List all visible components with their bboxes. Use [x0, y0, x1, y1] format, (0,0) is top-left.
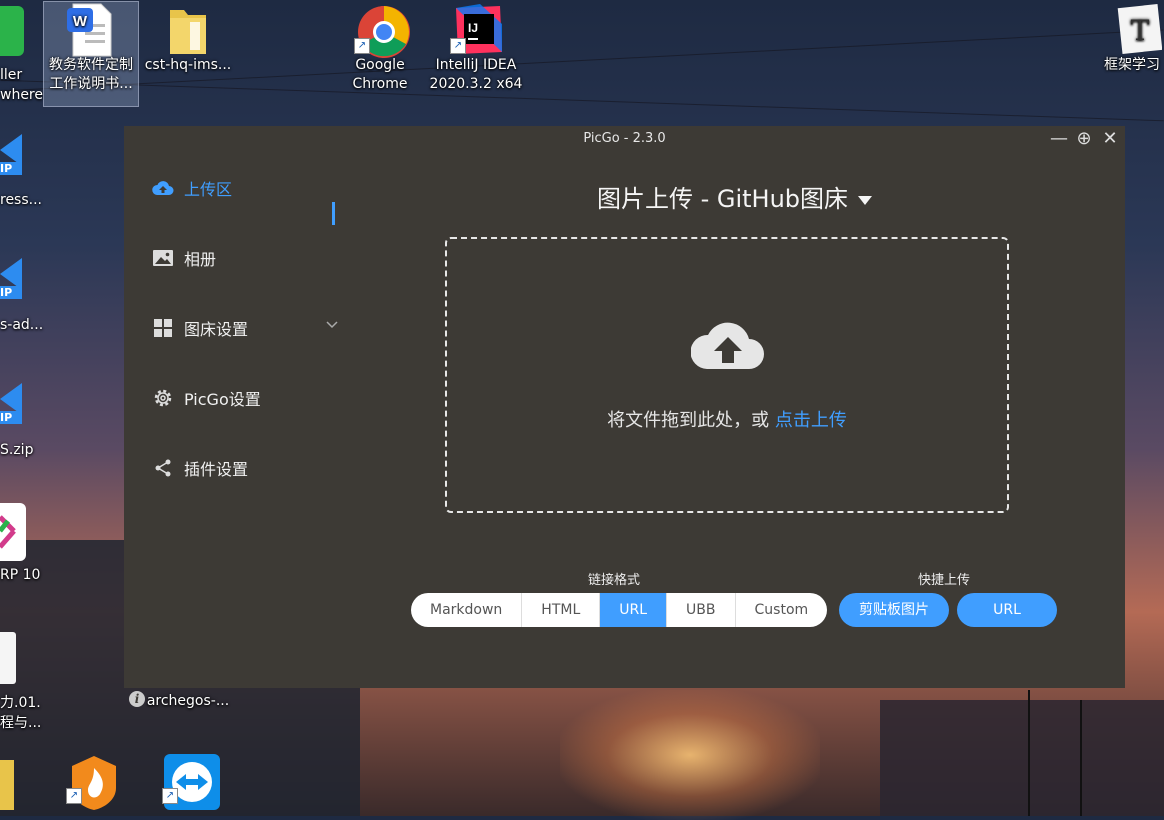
folder-icon[interactable]	[0, 760, 14, 810]
picgo-window: PicGo - 2.3.0 — ⊕ ✕ 上传区 相册 图床设置 PicGo设置 …	[124, 126, 1125, 707]
desktop-icon-typora[interactable]: T 框架学习	[1100, 2, 1164, 75]
format-html-button[interactable]: HTML	[522, 593, 601, 627]
gear-icon	[152, 387, 174, 409]
desktop-icon-label: Google	[355, 57, 405, 73]
desktop-icon-folder[interactable]: cst-hq-ims...	[140, 2, 236, 75]
sidebar-item-picbed-settings[interactable]: 图床设置	[152, 310, 338, 346]
desktop-icon-chrome[interactable]: ↗ Google Chrome	[332, 2, 428, 94]
green-app-icon[interactable]	[0, 6, 24, 56]
desktop-icon-label: cst-hq-ims...	[144, 57, 232, 73]
sidebar-item-picgo-settings[interactable]: PicGo设置	[152, 380, 332, 416]
shortcut-arrow-icon: ↗	[66, 788, 82, 804]
zip-file-icon[interactable]: IP	[0, 132, 22, 184]
word-doc-icon: W	[65, 2, 117, 57]
maximize-button[interactable]: ⊕	[1071, 126, 1097, 152]
axure-icon[interactable]	[0, 503, 26, 561]
desktop-icon-label: ller	[0, 67, 23, 83]
teamviewer-icon: ↗	[162, 752, 220, 810]
format-ubb-button[interactable]: UBB	[667, 593, 736, 627]
sidebar-item-upload[interactable]: 上传区	[152, 170, 332, 206]
close-button[interactable]: ✕	[1097, 126, 1123, 152]
minimize-button[interactable]: —	[1046, 126, 1072, 152]
desktop-icon-archegos[interactable]: archegos-...	[140, 692, 236, 711]
svg-text:IJ: IJ	[468, 21, 478, 35]
desktop-icon-word-doc[interactable]: W 教务软件定制 工作说明书...	[43, 1, 139, 107]
sidebar-item-album[interactable]: 相册	[152, 240, 332, 276]
share-icon	[152, 457, 174, 479]
url-upload-button[interactable]: URL	[957, 593, 1057, 627]
caret-down-icon	[858, 195, 873, 205]
zip-icon-label: IP	[0, 411, 22, 424]
desktop-icon-label: 力.01.	[0, 695, 41, 711]
desktop-icon-label: IntelliJ IDEA	[435, 57, 517, 73]
sidebar-item-label: PicGo设置	[184, 390, 261, 409]
desktop-icon-flame-app[interactable]: ↗	[44, 752, 140, 810]
chrome-icon: ↗	[354, 2, 410, 58]
desktop-icon-label: ress...	[0, 192, 42, 208]
sidebar-item-label: 图床设置	[184, 320, 249, 339]
shortcut-arrow-icon: ↗	[354, 38, 370, 54]
link-format-label: 链接格式	[588, 573, 641, 588]
click-upload-link[interactable]: 点击上传	[775, 410, 847, 431]
sidebar-item-label: 插件设置	[184, 460, 249, 479]
format-markdown-button[interactable]: Markdown	[411, 593, 523, 627]
zip-file-icon[interactable]: IP	[0, 381, 22, 433]
desktop-icon-label: 程与...	[0, 715, 42, 731]
desktop-icon-teamviewer[interactable]: ↗	[140, 752, 236, 810]
svg-text:T: T	[1131, 14, 1150, 47]
shortcut-arrow-icon: ↗	[450, 38, 466, 54]
typora-icon: T	[1116, 2, 1163, 54]
active-indicator	[332, 202, 335, 225]
desktop-icon-label: s-ad...	[0, 317, 44, 333]
format-custom-button[interactable]: Custom	[736, 593, 828, 627]
cloud-upload-icon	[690, 315, 765, 375]
desktop-icon-label: Chrome	[352, 76, 408, 92]
sidebar-item-label: 相册	[184, 250, 217, 269]
desktop-icon-label: RP 10	[0, 567, 41, 583]
chevron-down-icon	[326, 318, 338, 332]
drop-hint-text: 将文件拖到此处，或	[607, 410, 775, 431]
wallpaper-sunset	[560, 690, 820, 820]
grid-icon	[152, 317, 174, 339]
wallpaper-pole	[1028, 690, 1030, 816]
image-icon	[152, 247, 174, 269]
sidebar-item-label: 上传区	[184, 180, 233, 199]
desktop-icon-label: where	[0, 87, 43, 103]
info-icon[interactable]: i	[129, 691, 145, 707]
zip-file-icon[interactable]: IP	[0, 256, 22, 308]
format-url-button[interactable]: URL	[600, 593, 668, 627]
window-title: PicGo - 2.3.0	[583, 131, 666, 146]
desktop-icon-label: 2020.3.2 x64	[429, 76, 523, 92]
pdf-file-icon[interactable]	[0, 632, 16, 684]
zip-icon-label: IP	[0, 286, 22, 299]
wallpaper-houses	[880, 700, 1164, 816]
wallpaper-wire	[0, 79, 1164, 122]
sidebar-item-plugin-settings[interactable]: 插件设置	[152, 450, 332, 486]
shortcut-arrow-icon: ↗	[162, 788, 178, 804]
clipboard-upload-button[interactable]: 剪贴板图片	[839, 593, 949, 627]
axure-logo-icon	[0, 515, 16, 549]
picbed-title-text: 图片上传 - GitHub图床	[596, 185, 849, 213]
zip-icon-label: IP	[0, 162, 22, 175]
desktop-icon-label: 教务软件定制	[49, 57, 133, 73]
upload-drop-zone[interactable]: 将文件拖到此处，或 点击上传	[445, 237, 1009, 513]
desktop-icon-label: 框架学习	[1104, 57, 1160, 73]
folder-icon	[162, 2, 214, 54]
desktop-icon-label: S.zip	[0, 442, 34, 458]
svg-text:W: W	[73, 13, 88, 30]
wallpaper-pole	[1080, 700, 1082, 816]
upload-title[interactable]: 图片上传 - GitHub图床	[344, 179, 1125, 214]
desktop-icon-intellij[interactable]: IJ ↗ IntelliJ IDEA 2020.3.2 x64	[428, 2, 524, 94]
link-format-selector: Markdown HTML URL UBB Custom	[411, 593, 828, 627]
cloud-upload-icon	[152, 177, 174, 199]
desktop-icon-label: archegos-...	[146, 693, 230, 709]
sidebar: 上传区 相册 图床设置 PicGo设置 插件设置 i	[124, 152, 344, 707]
desktop-icon-label: 工作说明书...	[49, 76, 133, 92]
quick-upload-label: 快捷上传	[918, 573, 971, 588]
drop-hint: 将文件拖到此处，或 点击上传	[447, 406, 1007, 432]
flame-app-icon: ↗	[66, 752, 118, 810]
intellij-icon: IJ ↗	[450, 2, 502, 54]
